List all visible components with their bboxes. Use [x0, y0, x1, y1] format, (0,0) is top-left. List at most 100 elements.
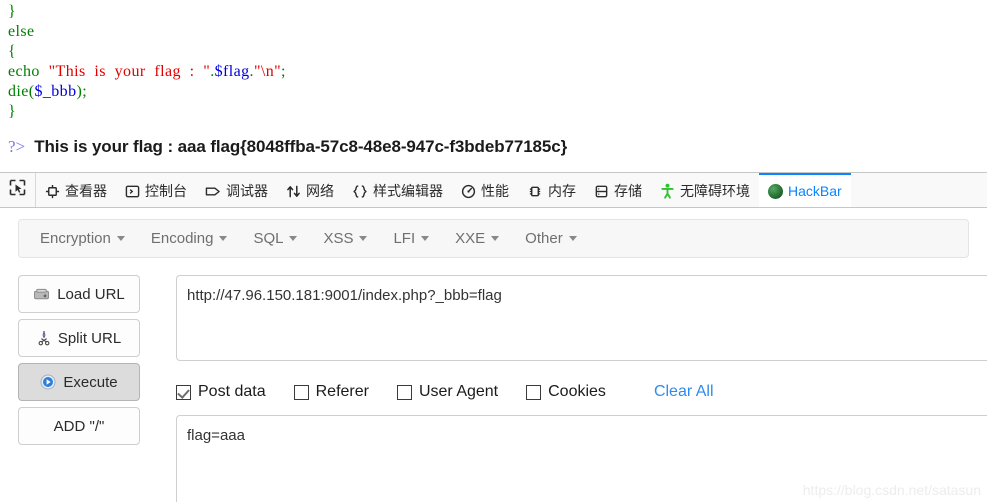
- hackbar-panel: Encryption Encoding SQL XSS LFI XXE Other Load…: [0, 209, 987, 502]
- checkbox-post-data[interactable]: Post data: [176, 383, 266, 401]
- hackbar-add-button[interactable]: ADD "/": [18, 407, 140, 445]
- url-input[interactable]: http://47.96.150.181:9001/index.php?_bbb…: [176, 275, 987, 361]
- devtools-tab-label: 存储: [614, 183, 642, 199]
- hackbar-menu-label: Encryption: [40, 230, 111, 247]
- checkbox-label: Post data: [198, 383, 266, 400]
- hackbar-menu-label: LFI: [393, 230, 416, 247]
- chevron-down-icon: [116, 236, 125, 241]
- chevron-down-icon: [359, 236, 368, 241]
- flag-value-text: This is your flag : aaa flag{8048ffba-57…: [34, 137, 568, 156]
- chevron-down-icon: [219, 236, 228, 241]
- element-picker-icon: [9, 179, 26, 201]
- devtools-tab-inspector[interactable]: 查看器: [36, 173, 116, 207]
- load-url-icon: [33, 287, 50, 302]
- hackbar-menu-xss[interactable]: XSS: [310, 224, 380, 253]
- checkbox-user-agent[interactable]: User Agent: [396, 383, 499, 401]
- network-icon: [286, 184, 301, 199]
- devtools-tab-label: 内存: [548, 183, 576, 199]
- code-line: }: [8, 2, 987, 22]
- request-options-row: Post data Referer User Agent Cookies Clear …: [176, 380, 714, 404]
- checkbox-box[interactable]: [293, 384, 309, 400]
- chevron-down-icon: [289, 236, 298, 241]
- code-token: {: [8, 43, 17, 60]
- devtools-tab-label: 网络: [306, 183, 334, 199]
- hackbar-menu-encryption[interactable]: Encryption: [27, 224, 138, 253]
- devtools-tab-label: 样式编辑器: [373, 183, 443, 199]
- hackbar-execute-button[interactable]: Execute: [18, 363, 140, 401]
- hackbar-action-buttons: Load URL Split URL Execute ADD "/": [18, 275, 140, 451]
- hackbar-menu-lfi[interactable]: LFI: [380, 224, 442, 253]
- devtools-toolbar: 查看器 控制台 调试器 网络 样式编辑器 性能 内存 存储 无障碍环境 HackBar: [0, 172, 987, 208]
- code-token: }: [8, 3, 17, 20]
- devtools-tab-label: 无障碍环境: [680, 183, 750, 199]
- checkbox-box[interactable]: [396, 384, 412, 400]
- hackbar-button-label: Load URL: [57, 285, 125, 303]
- storage-icon: [594, 184, 609, 199]
- screenshot-root: } else { echo "This is your flag : ".$flag.…: [0, 0, 987, 502]
- devtools-tab-hackbar[interactable]: HackBar: [759, 173, 851, 207]
- hackbar-button-label: Execute: [63, 373, 118, 391]
- code-line: die($_bbb);: [8, 82, 987, 102]
- hackbar-menu-other[interactable]: Other: [512, 224, 590, 253]
- checkbox-label: User Agent: [418, 383, 499, 400]
- chevron-down-icon: [491, 236, 500, 241]
- code-token: $_bbb: [34, 83, 77, 100]
- hackbar-menu-label: XSS: [323, 230, 354, 247]
- hackbar-menu-label: XXE: [455, 230, 486, 247]
- clear-all-link[interactable]: Clear All: [654, 383, 714, 401]
- devtools-tab-label: HackBar: [788, 183, 842, 199]
- code-token: "This is your flag : ": [48, 63, 211, 80]
- devtools-tab-memory[interactable]: 内存: [518, 173, 585, 207]
- code-line: }: [8, 102, 987, 122]
- devtools-tab-accessibility[interactable]: 无障碍环境: [651, 173, 759, 207]
- devtools-tab-console[interactable]: 控制台: [116, 173, 196, 207]
- hackbar-menu-encoding[interactable]: Encoding: [138, 224, 241, 253]
- code-token: die: [8, 83, 29, 100]
- style-editor-icon: [352, 184, 368, 199]
- devtools-tab-performance[interactable]: 性能: [452, 173, 518, 207]
- accessibility-icon: [660, 183, 675, 199]
- devtools-tab-label: 调试器: [226, 183, 268, 199]
- code-token: "\n": [253, 63, 282, 80]
- flag-output-text: [25, 137, 34, 156]
- memory-icon: [527, 184, 543, 199]
- hackbar-split-url-button[interactable]: Split URL: [18, 319, 140, 357]
- hackbar-menu-sql[interactable]: SQL: [240, 224, 310, 253]
- devtools-tab-label: 性能: [481, 183, 509, 199]
- hackbar-load-url-button[interactable]: Load URL: [18, 275, 140, 313]
- checkbox-cookies[interactable]: Cookies: [526, 383, 606, 401]
- checkbox-box[interactable]: [526, 384, 542, 400]
- code-lines: } else { echo "This is your flag : ".$flag.…: [8, 2, 987, 122]
- checkbox-referer[interactable]: Referer: [293, 383, 369, 401]
- code-line: echo "This is your flag : ".$flag."\n";: [8, 62, 987, 82]
- chevron-down-icon: [421, 236, 430, 241]
- devtools-tab-label: 控制台: [145, 183, 187, 199]
- checkbox-group: Post data Referer User Agent Cookies: [176, 383, 634, 401]
- hackbar-menu-label: Other: [525, 230, 563, 247]
- flag-output-line: ?> This is your flag : aaa flag{8048ffba…: [8, 137, 567, 157]
- code-line: {: [8, 42, 987, 62]
- console-icon: [125, 184, 140, 199]
- checkbox-box[interactable]: [176, 384, 191, 400]
- watermark-text: https://blog.csdn.net/satasun: [802, 482, 981, 498]
- code-token: else: [8, 23, 35, 40]
- debugger-icon: [205, 184, 221, 199]
- split-url-icon: [37, 330, 51, 346]
- devtools-tab-storage[interactable]: 存储: [585, 173, 651, 207]
- code-token: $flag: [214, 63, 250, 80]
- element-picker-button[interactable]: [0, 173, 36, 207]
- hackbar-menu-label: Encoding: [150, 230, 214, 247]
- checkbox-label: Cookies: [548, 383, 606, 400]
- execute-icon: [40, 374, 56, 390]
- devtools-tab-label: 查看器: [65, 183, 107, 199]
- hackbar-button-label: ADD "/": [53, 417, 105, 435]
- hackbar-menu-label: SQL: [253, 230, 284, 247]
- devtools-tab-debugger[interactable]: 调试器: [196, 173, 277, 207]
- php-closing-tag: ?>: [8, 137, 25, 156]
- hackbar-menu-xxe[interactable]: XXE: [442, 224, 512, 253]
- devtools-tab-network[interactable]: 网络: [277, 173, 343, 207]
- hackbar-button-label: Split URL: [57, 329, 122, 347]
- devtools-tab-style-editor[interactable]: 样式编辑器: [343, 173, 452, 207]
- checkbox-label: Referer: [315, 383, 369, 400]
- performance-icon: [461, 184, 476, 199]
